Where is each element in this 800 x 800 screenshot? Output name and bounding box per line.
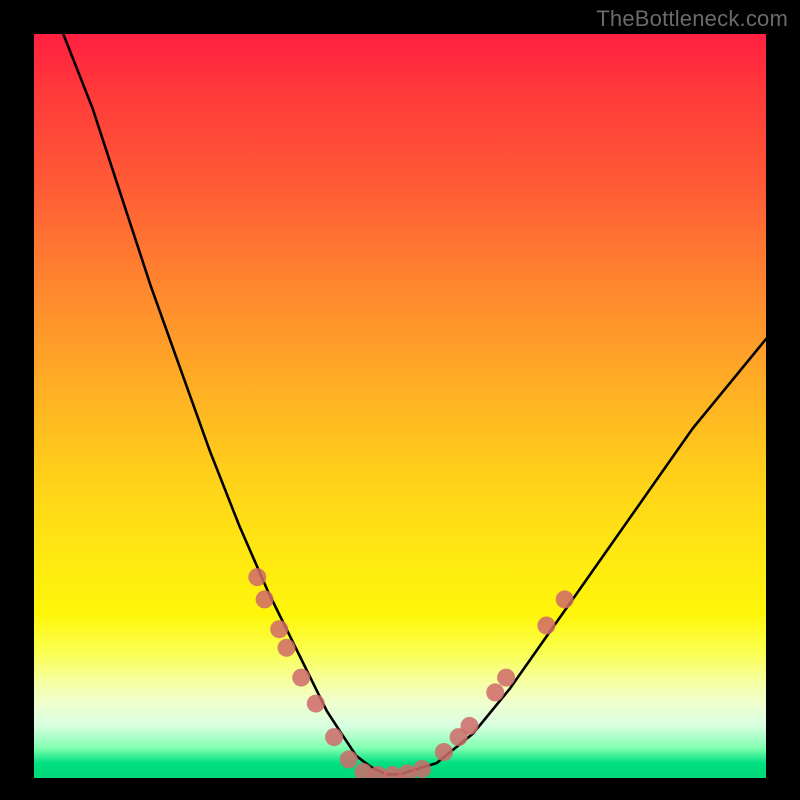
curve-marker	[461, 717, 479, 735]
curve-marker	[248, 568, 266, 586]
bottleneck-curve	[63, 34, 766, 774]
curve-marker	[307, 695, 325, 713]
curve-markers	[248, 568, 573, 778]
watermark-text: TheBottleneck.com	[596, 6, 788, 32]
curve-marker	[340, 750, 358, 768]
curve-marker	[325, 728, 343, 746]
curve-marker	[292, 669, 310, 687]
curve-marker	[556, 590, 574, 608]
chart-svg	[34, 34, 766, 778]
curve-marker	[278, 639, 296, 657]
plot-area	[34, 34, 766, 778]
curve-marker	[537, 617, 555, 635]
chart-frame: TheBottleneck.com	[0, 0, 800, 800]
curve-marker	[497, 669, 515, 687]
curve-marker	[270, 620, 288, 638]
curve-marker	[413, 760, 431, 778]
curve-marker	[435, 743, 453, 761]
curve-marker	[486, 683, 504, 701]
curve-marker	[256, 590, 274, 608]
